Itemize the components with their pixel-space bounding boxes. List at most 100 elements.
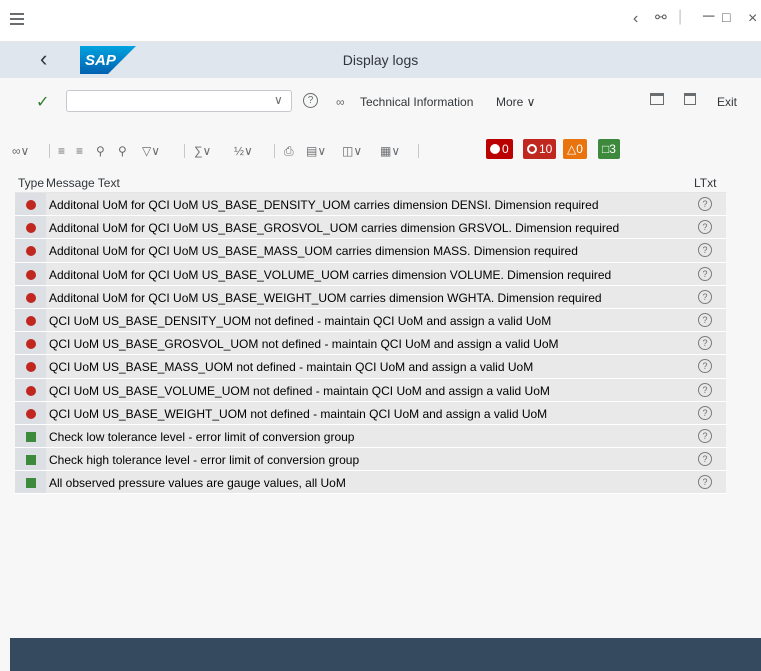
log-table: Type Message Text LTxt Additonal UoM for… — [15, 173, 726, 495]
message-text: Additonal UoM for QCI UoM US_BASE_GROSVO… — [49, 221, 620, 236]
column-header-ltxt[interactable]: LTxt — [694, 176, 716, 190]
message-text: QCI UoM US_BASE_GROSVOL_UOM not defined … — [49, 337, 559, 352]
table-row[interactable]: Check high tolerance level - error limit… — [15, 448, 726, 472]
error-icon — [26, 385, 36, 396]
stop-icon — [490, 144, 500, 154]
help-icon[interactable]: ? — [303, 93, 318, 108]
message-text: All observed pressure values are gauge v… — [49, 476, 346, 491]
error-count-button[interactable]: 10 — [523, 139, 557, 159]
table-row[interactable]: QCI UoM US_BASE_GROSVOL_UOM not defined … — [15, 332, 726, 356]
find-next-icon[interactable]: ⚲ — [118, 140, 127, 162]
check-icon[interactable]: ✓ — [36, 92, 49, 112]
new-window-icon[interactable] — [650, 93, 664, 105]
views-icon[interactable]: ▤∨ — [306, 140, 326, 162]
error-icon — [26, 269, 36, 280]
type-cell — [15, 378, 46, 401]
long-text-icon[interactable]: ? — [698, 243, 712, 258]
error-icon — [26, 315, 36, 326]
warning-count-button[interactable]: △0 — [563, 139, 587, 159]
message-text: QCI UoM US_BASE_WEIGHT_UOM not defined -… — [49, 406, 548, 421]
table-row[interactable]: QCI UoM US_BASE_MASS_UOM not defined - m… — [15, 355, 726, 379]
long-text-icon[interactable]: ? — [698, 289, 712, 304]
error-icon — [26, 292, 36, 303]
table-row[interactable]: All observed pressure values are gauge v… — [15, 471, 726, 495]
sort-ascending-icon[interactable]: ≡ — [58, 140, 65, 162]
table-header: Type Message Text LTxt — [15, 173, 726, 193]
long-text-icon[interactable]: ? — [698, 266, 712, 281]
command-field[interactable] — [66, 90, 292, 112]
more-button[interactable]: More ∨ — [496, 95, 535, 109]
alv-toolbar: ∞∨ ≡ ≡ ⚲ ⚲ ▽∨ ∑∨ ½∨ ⎙ ▤∨ ◫∨ ▦∨ 0 10 △0 □… — [12, 137, 642, 165]
message-text: Check high tolerance level - error limit… — [49, 453, 360, 468]
table-row[interactable]: Additonal UoM for QCI UoM US_BASE_MASS_U… — [15, 239, 726, 263]
column-header-message[interactable]: Message Text — [46, 176, 120, 190]
layout-icon[interactable]: ▦∨ — [380, 140, 400, 162]
type-cell — [15, 285, 46, 308]
separator — [184, 144, 185, 158]
table-row[interactable]: Additonal UoM for QCI UoM US_BASE_WEIGHT… — [15, 285, 726, 309]
table-row[interactable]: Additonal UoM for QCI UoM US_BASE_DENSIT… — [15, 193, 726, 217]
sort-descending-icon[interactable]: ≡ — [76, 140, 83, 162]
success-icon — [26, 431, 36, 442]
long-text-icon[interactable]: ? — [698, 428, 712, 443]
close-icon[interactable]: × — [748, 10, 757, 28]
long-text-icon[interactable]: ? — [698, 197, 712, 211]
type-cell — [15, 401, 46, 424]
exit-button[interactable]: Exit — [717, 95, 737, 109]
error-icon — [527, 144, 537, 154]
find-icon[interactable]: ⚲ — [96, 140, 105, 162]
error-icon — [26, 223, 36, 234]
table-row[interactable]: Additonal UoM for QCI UoM US_BASE_GROSVO… — [15, 216, 726, 240]
column-header-type[interactable]: Type — [18, 176, 44, 190]
technical-information-button[interactable]: Technical Information — [360, 95, 473, 109]
long-text-icon[interactable]: ? — [698, 336, 712, 351]
message-text: Additonal UoM for QCI UoM US_BASE_VOLUME… — [49, 267, 612, 282]
table-row[interactable]: QCI UoM US_BASE_DENSITY_UOM not defined … — [15, 308, 726, 333]
sum-icon[interactable]: ∑∨ — [194, 140, 211, 162]
separator — [274, 144, 275, 158]
footer-bar — [10, 638, 761, 671]
minimize-icon[interactable]: ─ — [703, 8, 714, 26]
unlock-icon[interactable]: ⚯ — [655, 9, 667, 26]
message-text: QCI UoM US_BASE_VOLUME_UOM not defined -… — [49, 383, 550, 398]
warning-icon: △ — [567, 142, 577, 156]
page-title: Display logs — [342, 52, 419, 68]
type-cell — [15, 332, 46, 355]
table-row[interactable]: QCI UoM US_BASE_VOLUME_UOM not defined -… — [15, 378, 726, 402]
chevron-left-icon[interactable]: ‹ — [633, 10, 638, 28]
success-count-button[interactable]: □3 — [598, 139, 620, 159]
success-count: 3 — [609, 142, 616, 156]
long-text-icon[interactable]: ? — [698, 220, 712, 235]
details-icon[interactable]: ∞∨ — [12, 140, 29, 162]
print-icon[interactable]: ⎙ — [284, 140, 294, 162]
long-text-icon[interactable]: ? — [698, 405, 712, 420]
export-icon[interactable]: ◫∨ — [342, 140, 362, 162]
type-cell — [15, 239, 46, 262]
stop-count: 0 — [502, 142, 509, 156]
long-text-icon[interactable]: ? — [698, 359, 712, 374]
long-text-icon[interactable]: ? — [698, 452, 712, 467]
subtotal-icon[interactable]: ½∨ — [234, 140, 253, 162]
glasses-icon[interactable]: ∞ — [336, 95, 345, 109]
stop-count-button[interactable]: 0 — [486, 139, 513, 159]
type-cell — [15, 355, 46, 378]
table-row[interactable]: QCI UoM US_BASE_WEIGHT_UOM not defined -… — [15, 401, 726, 425]
filter-icon[interactable]: ▽∨ — [142, 140, 160, 162]
table-row[interactable]: Additonal UoM for QCI UoM US_BASE_VOLUME… — [15, 262, 726, 286]
generate-shortcut-icon[interactable] — [684, 93, 696, 105]
long-text-icon[interactable]: ? — [698, 382, 712, 397]
maximize-icon[interactable]: □ — [722, 9, 730, 25]
message-text: Additonal UoM for QCI UoM US_BASE_DENSIT… — [49, 198, 599, 212]
menu-icon[interactable] — [10, 13, 24, 25]
long-text-icon[interactable]: ? — [698, 475, 712, 490]
type-cell — [15, 424, 46, 448]
long-text-icon[interactable]: ? — [698, 312, 712, 327]
app-toolbar: ✓ ∨ ? ∞ Technical Information More ∨ Exi… — [0, 78, 761, 128]
error-icon — [26, 200, 36, 210]
chevron-down-icon[interactable]: ∨ — [274, 93, 283, 107]
success-icon — [26, 455, 36, 466]
type-cell — [15, 262, 46, 285]
table-row[interactable]: Check low tolerance level - error limit … — [15, 424, 726, 449]
message-text: QCI UoM US_BASE_DENSITY_UOM not defined … — [49, 313, 552, 328]
type-cell — [15, 216, 46, 239]
